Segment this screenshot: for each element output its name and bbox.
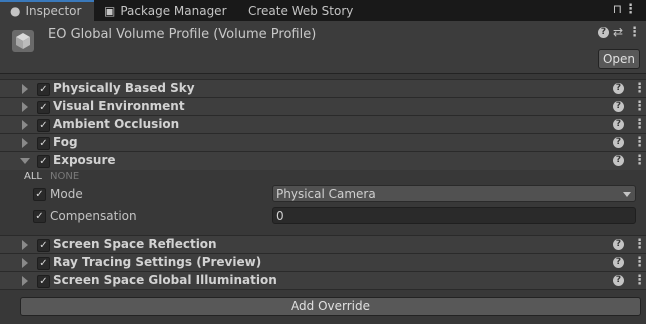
checkbox[interactable]: ✓ (33, 188, 46, 201)
checkbox[interactable]: ✓ (37, 257, 50, 270)
tab-label: Package Manager (120, 4, 227, 18)
help-icon[interactable]: ? (613, 83, 624, 94)
mode-label: Mode (50, 187, 83, 201)
lock-icon[interactable]: ⊓ (613, 2, 622, 16)
add-override-button[interactable]: Add Override (20, 297, 641, 316)
compensation-value: 0 (276, 209, 284, 223)
chevron-down-icon[interactable] (20, 158, 30, 164)
checkbox[interactable]: ✓ (37, 137, 50, 150)
help-icon[interactable]: ? (613, 257, 624, 268)
section-label: Ray Tracing Settings (Preview) (53, 255, 262, 269)
more-icon[interactable]: ⋮ (633, 118, 646, 132)
section-label: Ambient Occlusion (53, 117, 180, 131)
section-visual-environment[interactable]: ✓ Visual Environment ? ⋮ (0, 97, 646, 116)
all-link[interactable]: ALL (24, 171, 42, 182)
compensation-label: Compensation (50, 209, 137, 223)
chevron-right-icon[interactable] (22, 240, 28, 250)
chevron-right-icon[interactable] (22, 84, 28, 94)
divider (0, 289, 646, 290)
package-icon: ▣ (104, 4, 116, 18)
help-icon[interactable]: ? (613, 155, 624, 166)
section-label: Fog (53, 135, 78, 149)
chevron-right-icon[interactable] (22, 120, 28, 130)
help-icon[interactable]: ? (613, 119, 624, 130)
checkbox[interactable]: ✓ (37, 119, 50, 132)
help-icon[interactable]: ? (613, 239, 624, 250)
info-icon: ● (10, 4, 21, 18)
compensation-field[interactable]: 0 (272, 207, 636, 224)
tab-create-web-story[interactable]: Create Web Story (248, 0, 353, 21)
more-icon[interactable]: ⋮ (628, 25, 641, 40)
section-label: Exposure (53, 153, 116, 167)
settings-icon[interactable]: ⇄ (613, 25, 623, 39)
section-physically-based-sky[interactable]: ✓ Physically Based Sky ? ⋮ (0, 79, 646, 98)
tab-bar: ● Inspector ▣ Package Manager Create Web S… (0, 0, 646, 21)
chevron-right-icon[interactable] (22, 138, 28, 148)
more-icon[interactable]: ⋮ (633, 274, 646, 288)
page-title: EO Global Volume Profile (Volume Profile… (48, 27, 317, 42)
open-button[interactable]: Open (598, 49, 640, 69)
section-label: Visual Environment (53, 99, 185, 113)
more-icon[interactable]: ⋮ (633, 154, 646, 168)
checkbox[interactable]: ✓ (37, 275, 50, 288)
chevron-down-icon (623, 192, 631, 197)
chevron-right-icon[interactable] (22, 102, 28, 112)
section-label: Physically Based Sky (53, 81, 195, 95)
header-icons: ? ⇄ ⋮ (598, 25, 641, 41)
chevron-right-icon[interactable] (22, 258, 28, 268)
tab-label: Inspector (25, 4, 82, 18)
section-label: Screen Space Global Illumination (53, 273, 277, 287)
mode-dropdown[interactable]: Physical Camera (272, 185, 636, 202)
section-fog[interactable]: ✓ Fog ? ⋮ (0, 133, 646, 152)
mode-value: Physical Camera (276, 187, 376, 201)
tab-inspector[interactable]: ● Inspector (0, 0, 94, 21)
help-icon[interactable]: ? (613, 101, 624, 112)
checkbox[interactable]: ✓ (37, 155, 50, 168)
section-ray-tracing-settings[interactable]: ✓ Ray Tracing Settings (Preview) ? ⋮ (0, 253, 646, 272)
volume-profile-icon (12, 30, 34, 52)
section-screen-space-reflection[interactable]: ✓ Screen Space Reflection ? ⋮ (0, 235, 646, 254)
more-icon[interactable]: ⋮ (624, 2, 637, 17)
more-icon[interactable]: ⋮ (633, 256, 646, 270)
section-ambient-occlusion[interactable]: ✓ Ambient Occlusion ? ⋮ (0, 115, 646, 134)
compensation-row: ✓ Compensation 0 (0, 206, 646, 226)
more-icon[interactable]: ⋮ (633, 82, 646, 96)
checkbox[interactable]: ✓ (33, 210, 46, 223)
more-icon[interactable]: ⋮ (633, 136, 646, 150)
chevron-right-icon[interactable] (22, 276, 28, 286)
tab-label: Create Web Story (248, 4, 354, 18)
mode-row: ✓ Mode Physical Camera (0, 184, 646, 204)
checkbox[interactable]: ✓ (37, 239, 50, 252)
help-icon[interactable]: ? (613, 137, 624, 148)
help-icon[interactable]: ? (613, 275, 624, 286)
checkbox[interactable]: ✓ (37, 101, 50, 114)
inspector-header: EO Global Volume Profile (Volume Profile… (0, 21, 646, 74)
more-icon[interactable]: ⋮ (633, 238, 646, 252)
section-exposure[interactable]: ✓ Exposure ? ⋮ (0, 151, 646, 170)
help-icon[interactable]: ? (598, 27, 609, 38)
all-none-toggles: ALL NONE (24, 171, 87, 182)
section-label: Screen Space Reflection (53, 237, 217, 251)
tab-package-manager[interactable]: ▣ Package Manager (104, 0, 227, 21)
more-icon[interactable]: ⋮ (633, 100, 646, 114)
section-screen-space-global-illumination[interactable]: ✓ Screen Space Global Illumination ? ⋮ (0, 271, 646, 290)
checkbox[interactable]: ✓ (37, 83, 50, 96)
none-link[interactable]: NONE (50, 171, 79, 182)
